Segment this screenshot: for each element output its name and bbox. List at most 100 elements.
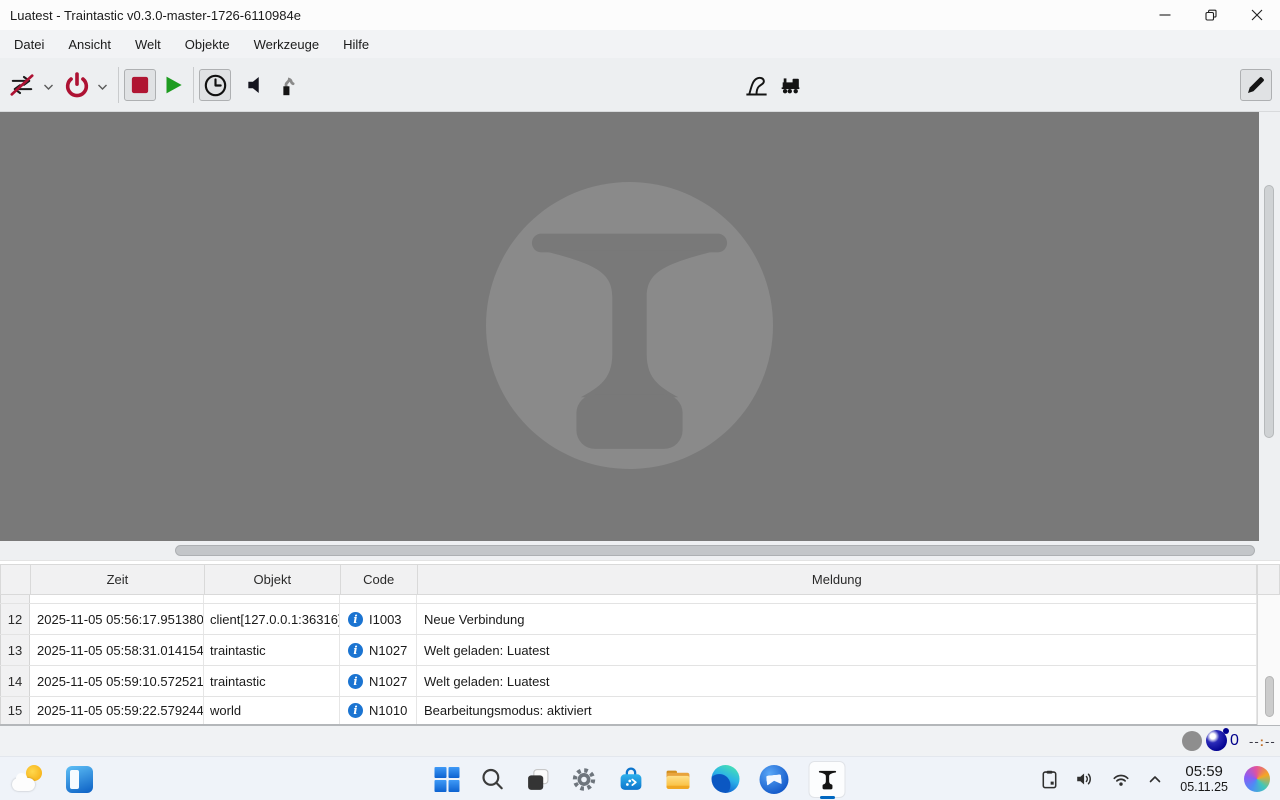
toolbar xyxy=(0,58,1280,112)
traintastic-app-button[interactable] xyxy=(809,757,846,800)
log-table-header: Zeit Objekt Code Meldung xyxy=(0,564,1257,595)
copilot-button[interactable] xyxy=(1244,757,1270,800)
task-view-button[interactable] xyxy=(526,757,551,800)
settings-button[interactable] xyxy=(571,757,598,800)
gray-status-indicator xyxy=(1182,731,1202,751)
menu-ansicht[interactable]: Ansicht xyxy=(59,33,120,56)
edge-button[interactable] xyxy=(712,757,740,800)
cell-code: i N1027 xyxy=(340,635,417,665)
horizontal-scrollbar-track[interactable] xyxy=(0,541,1280,560)
train-icon xyxy=(778,73,803,98)
restore-icon xyxy=(1205,9,1217,21)
smoke-button[interactable] xyxy=(273,69,305,101)
power-button[interactable] xyxy=(61,69,93,101)
wifi-tray-button[interactable] xyxy=(1110,757,1132,800)
edit-mode-button[interactable] xyxy=(1240,69,1272,101)
table-row-partial xyxy=(0,595,1257,604)
restore-button[interactable] xyxy=(1188,0,1234,30)
taskbar-time: 05:59 xyxy=(1185,764,1223,781)
tray-expand-button[interactable] xyxy=(1146,757,1164,800)
code-text: I1003 xyxy=(369,612,402,627)
volume-icon xyxy=(1074,768,1096,790)
row-number: 13 xyxy=(0,635,30,665)
widgets-icon xyxy=(66,766,93,793)
weather-button[interactable] xyxy=(12,757,44,800)
row-number: 15 xyxy=(0,697,30,724)
widgets-button[interactable] xyxy=(66,757,93,800)
stop-button[interactable] xyxy=(124,69,156,101)
thunderbird-icon xyxy=(760,765,789,794)
volume-tray-button[interactable] xyxy=(1074,757,1096,800)
clock-icon xyxy=(202,72,229,99)
header-code[interactable]: Code xyxy=(340,564,418,595)
table-row[interactable]: 12 2025-11-05 05:56:17.951380 client[127… xyxy=(0,604,1257,635)
table-row[interactable]: 15 2025-11-05 05:59:22.579244 world i N1… xyxy=(0,697,1257,724)
menu-werkzeuge[interactable]: Werkzeuge xyxy=(245,33,329,56)
clipboard-icon xyxy=(1039,769,1060,790)
log-table-body: 12 2025-11-05 05:56:17.951380 client[127… xyxy=(0,595,1257,724)
windows-start-icon xyxy=(435,767,460,792)
trains-button[interactable] xyxy=(774,69,806,101)
track-plan-button[interactable] xyxy=(740,69,772,101)
cell-meldung: Welt geladen: Luatest xyxy=(417,635,1257,665)
taskbar-left-corner xyxy=(12,757,93,800)
menu-datei[interactable]: Datei xyxy=(5,33,53,56)
clipboard-tray-button[interactable] xyxy=(1039,757,1060,800)
cell-objekt: traintastic xyxy=(204,635,340,665)
settings-gear-icon xyxy=(571,766,598,793)
toolbar-separator xyxy=(193,67,194,103)
menu-hilfe[interactable]: Hilfe xyxy=(334,33,378,56)
table-vertical-scrollbar-track[interactable] xyxy=(1257,564,1280,725)
code-text: N1027 xyxy=(369,643,407,658)
menu-bar: Datei Ansicht Welt Objekte Werkzeuge Hil… xyxy=(0,30,1280,58)
offline-dropdown-chevron[interactable] xyxy=(41,82,55,92)
weather-icon xyxy=(12,764,44,794)
info-icon: i xyxy=(348,674,363,689)
taskbar-clock[interactable]: 05:59 05.11.25 xyxy=(1178,757,1230,800)
fast-clock-display: --:-- xyxy=(1249,734,1276,749)
chevron-up-icon xyxy=(1146,770,1164,788)
header-meldung[interactable]: Meldung xyxy=(417,564,1257,595)
menu-welt[interactable]: Welt xyxy=(126,33,170,56)
power-dropdown-chevron[interactable] xyxy=(95,82,109,92)
search-button[interactable] xyxy=(480,757,506,800)
cell-objekt: client[127.0.0.1:36316] xyxy=(204,604,340,634)
task-view-icon xyxy=(526,767,551,792)
thunderbird-button[interactable] xyxy=(760,757,789,800)
vertical-scrollbar-thumb[interactable] xyxy=(1264,185,1274,438)
offline-toggle-button[interactable] xyxy=(6,69,38,101)
horizontal-scrollbar-thumb[interactable] xyxy=(175,545,1255,556)
store-button[interactable] xyxy=(618,757,645,800)
fast-clock-button[interactable] xyxy=(199,69,231,101)
run-button[interactable] xyxy=(157,69,189,101)
start-button[interactable] xyxy=(435,757,460,800)
minimize-icon xyxy=(1159,9,1171,21)
rail-profile-icon xyxy=(816,768,838,790)
file-explorer-button[interactable] xyxy=(665,757,692,800)
taskbar-center xyxy=(435,757,846,800)
mute-button[interactable] xyxy=(241,69,273,101)
info-icon: i xyxy=(348,643,363,658)
speaker-icon xyxy=(244,72,270,98)
cell-objekt: traintastic xyxy=(204,666,340,696)
table-vertical-scrollbar-thumb[interactable] xyxy=(1265,676,1274,717)
traintastic-logo-circle xyxy=(486,182,773,469)
cell-code: i N1010 xyxy=(340,697,417,724)
rail-profile-logo-icon xyxy=(486,182,773,469)
windows-taskbar: 05:59 05.11.25 xyxy=(0,756,1280,800)
taskbar-date: 05.11.25 xyxy=(1180,780,1228,794)
minimize-button[interactable] xyxy=(1142,0,1188,30)
menu-objekte[interactable]: Objekte xyxy=(176,33,239,56)
header-objekt[interactable]: Objekt xyxy=(204,564,341,595)
stop-icon xyxy=(127,72,153,98)
cell-zeit: 2025-11-05 05:56:17.951380 xyxy=(30,604,204,634)
info-icon: i xyxy=(348,703,363,718)
header-zeit[interactable]: Zeit xyxy=(30,564,205,595)
window-title: Luatest - Traintastic v0.3.0-master-1726… xyxy=(0,8,301,23)
table-row[interactable]: 13 2025-11-05 05:58:31.014154 traintasti… xyxy=(0,635,1257,666)
cell-objekt: world xyxy=(204,697,340,724)
table-row[interactable]: 14 2025-11-05 05:59:10.572521 traintasti… xyxy=(0,666,1257,697)
close-button[interactable] xyxy=(1234,0,1280,30)
track-plan-icon xyxy=(743,72,770,99)
code-text: N1027 xyxy=(369,674,407,689)
